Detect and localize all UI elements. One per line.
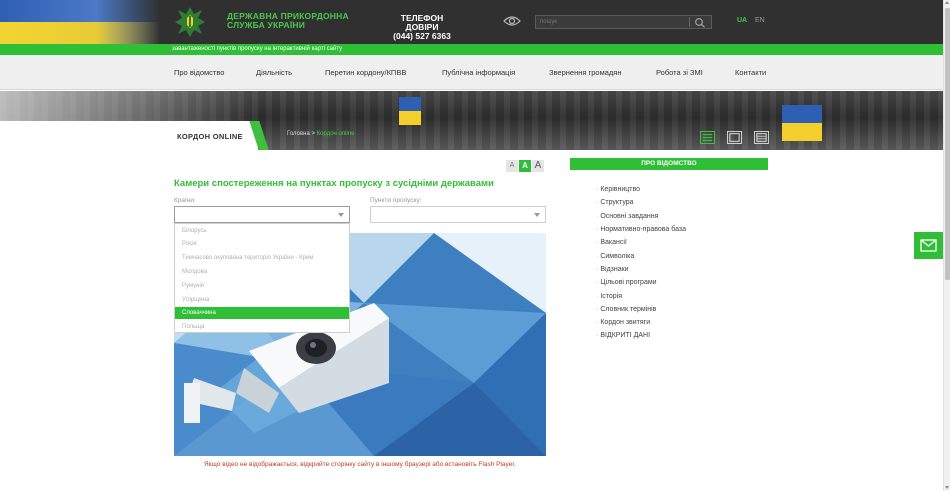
bullet: · (596, 213, 599, 220)
nav-item-border-crossing[interactable]: Перетин кордону/КПВВ (325, 68, 406, 77)
sidebar-item-label: Історія (600, 293, 623, 300)
flash-player-note: Якщо відео не відображається, відкрийте … (204, 461, 516, 468)
breadcrumb-separator: > (311, 131, 315, 137)
font-size-small-button[interactable]: A (506, 160, 518, 172)
sidebar-item-label: Цільові програми (600, 279, 657, 286)
banner-flag-left (399, 97, 421, 125)
bullet: · (596, 279, 599, 286)
bullet: · (596, 226, 599, 233)
main-nav: Про відомство Діяльність Перетин кордону… (0, 55, 943, 90)
dropdown-option[interactable]: Росія (175, 238, 349, 250)
search-input[interactable] (538, 16, 688, 28)
font-size-large-button[interactable]: A (532, 160, 544, 172)
search-icon[interactable] (694, 17, 706, 28)
section-tab: КОРДОН ONLINE (0, 121, 258, 150)
sidebar-item[interactable]: · Основні завдання (596, 213, 658, 220)
bullet: · (596, 266, 599, 273)
sidebar-item-label: Вакансії (600, 239, 627, 246)
page-title: Камери спостереження на пунктах пропуску… (174, 178, 494, 189)
ticker-text[interactable]: завантаженості пунктів пропуску на інтер… (172, 45, 342, 54)
nav-item-public-info[interactable]: Публічна інформація (442, 68, 515, 77)
sidebar-item[interactable]: · Цільові програми (596, 279, 657, 286)
bullet: · (596, 186, 599, 193)
breadcrumb-current: Кордон online (316, 131, 355, 137)
countries-dropdown-list: Білорусь Росія Тимчасово окупована терит… (174, 223, 350, 333)
sidebar-item-label: Керівництво (600, 186, 641, 193)
bullet: · (596, 332, 599, 339)
chevron-down-icon (338, 213, 344, 217)
checkpoints-label: Пункти пропуску: (370, 197, 422, 204)
section-title: КОРДОН ONLINE (177, 132, 243, 141)
sidebar-item[interactable]: · Структура (596, 199, 634, 206)
sidebar-item[interactable]: · Історія (596, 293, 622, 300)
sidebar-item-label: Кордон звитяги (600, 319, 651, 326)
hotline-number: (044) 527 6363 (393, 31, 451, 41)
sidebar-item-label: Структура (600, 199, 634, 206)
dropdown-option[interactable]: Угорщина (175, 294, 349, 306)
sidebar-item-label: Нормативно-правова база (600, 226, 687, 233)
checkpoints-select[interactable] (370, 206, 546, 223)
nav-item-contacts[interactable]: Контакти (735, 68, 766, 77)
grid-view-icon[interactable] (754, 131, 769, 144)
feedback-mail-button[interactable] (914, 232, 943, 259)
bullet: · (596, 253, 599, 260)
bullet: · (596, 319, 599, 326)
dropdown-option[interactable]: Білорусь (175, 225, 349, 237)
sidebar-item[interactable]: · Символіка (596, 253, 634, 260)
page-scrollbar[interactable] (943, 0, 950, 491)
bullet: · (596, 239, 599, 246)
sidebar-item[interactable]: · ВІДКРИТІ ДАНІ (596, 332, 650, 339)
bullet: · (596, 199, 599, 206)
eye-icon[interactable] (503, 15, 521, 27)
nav-item-about[interactable]: Про відомство (174, 68, 224, 77)
hotline-title: ТЕЛЕФОН ДОВІРИ (400, 13, 444, 32)
sidebar-item[interactable]: · Відзнаки (596, 266, 629, 273)
sidebar-item[interactable]: · Вакансії (596, 239, 627, 246)
envelope-icon (920, 239, 937, 252)
breadcrumb: Головна > Кордон online (287, 131, 355, 137)
nav-item-appeals[interactable]: Звернення громадян (549, 68, 622, 77)
sidebar-item-label: Відзнаки (600, 266, 629, 273)
news-ticker: завантаженості пунктів пропуску на інтер… (0, 44, 943, 55)
sidebar-item[interactable]: · Нормативно-правова база (596, 226, 686, 233)
sidebar-item[interactable]: · Керівництво (596, 186, 640, 193)
dropdown-option[interactable]: Румунія (175, 280, 349, 292)
bullet: · (596, 293, 599, 300)
sidebar-heading: ПРО ВІДОМСТВО (570, 158, 768, 170)
scrollbar-thumb[interactable] (945, 8, 950, 280)
ukrainian-flag-decoration (0, 0, 160, 44)
breadcrumb-home[interactable]: Головна (287, 131, 310, 137)
search-divider (689, 17, 690, 27)
dropdown-option[interactable]: Тимчасово окупована територія України - … (175, 252, 349, 264)
sidebar-item-label: Словник термінів (600, 306, 657, 313)
lang-ua-link[interactable]: UA (737, 17, 747, 24)
list-view-icon[interactable] (700, 131, 715, 144)
single-view-icon[interactable] (727, 131, 742, 144)
dropdown-option[interactable]: Польща (175, 321, 349, 333)
scroll-down-arrow-icon[interactable] (945, 486, 949, 489)
search-box (535, 15, 712, 29)
top-header: ДЕРЖАВНА ПРИКОРДОННА СЛУЖБА УКРАЇНИ ТЕЛЕ… (0, 0, 943, 44)
nav-item-activity[interactable]: Діяльність (256, 68, 292, 77)
scroll-up-arrow-icon[interactable] (945, 1, 949, 4)
sidebar-item[interactable]: · Кордон звитяги (596, 319, 650, 326)
sidebar-item[interactable]: · Словник термінів (596, 306, 656, 313)
sidebar-item-label: Основні завдання (600, 213, 659, 220)
font-size-medium-button[interactable]: A (519, 160, 531, 172)
lang-en-link[interactable]: EN (755, 17, 765, 24)
bullet: · (596, 306, 599, 313)
nav-item-media[interactable]: Робота зі ЗМІ (656, 68, 703, 77)
dropdown-option[interactable]: Молдова (175, 266, 349, 278)
org-name-line2: СЛУЖБА УКРАЇНИ (227, 20, 306, 30)
hotline: ТЕЛЕФОН ДОВІРИ (044) 527 6363 (384, 14, 460, 41)
sidebar-item-label: ВІДКРИТІ ДАНІ (600, 332, 651, 339)
sidebar-item-label: Символіка (600, 253, 635, 260)
org-name[interactable]: ДЕРЖАВНА ПРИКОРДОННА СЛУЖБА УКРАЇНИ (227, 12, 349, 30)
banner-flag-right (782, 105, 822, 141)
dropdown-option-highlighted[interactable]: Словаччина (175, 307, 349, 319)
trident-emblem-icon[interactable] (174, 6, 206, 38)
countries-select[interactable] (174, 206, 350, 223)
countries-label: Країни: (174, 197, 196, 204)
chevron-down-icon (534, 213, 540, 217)
